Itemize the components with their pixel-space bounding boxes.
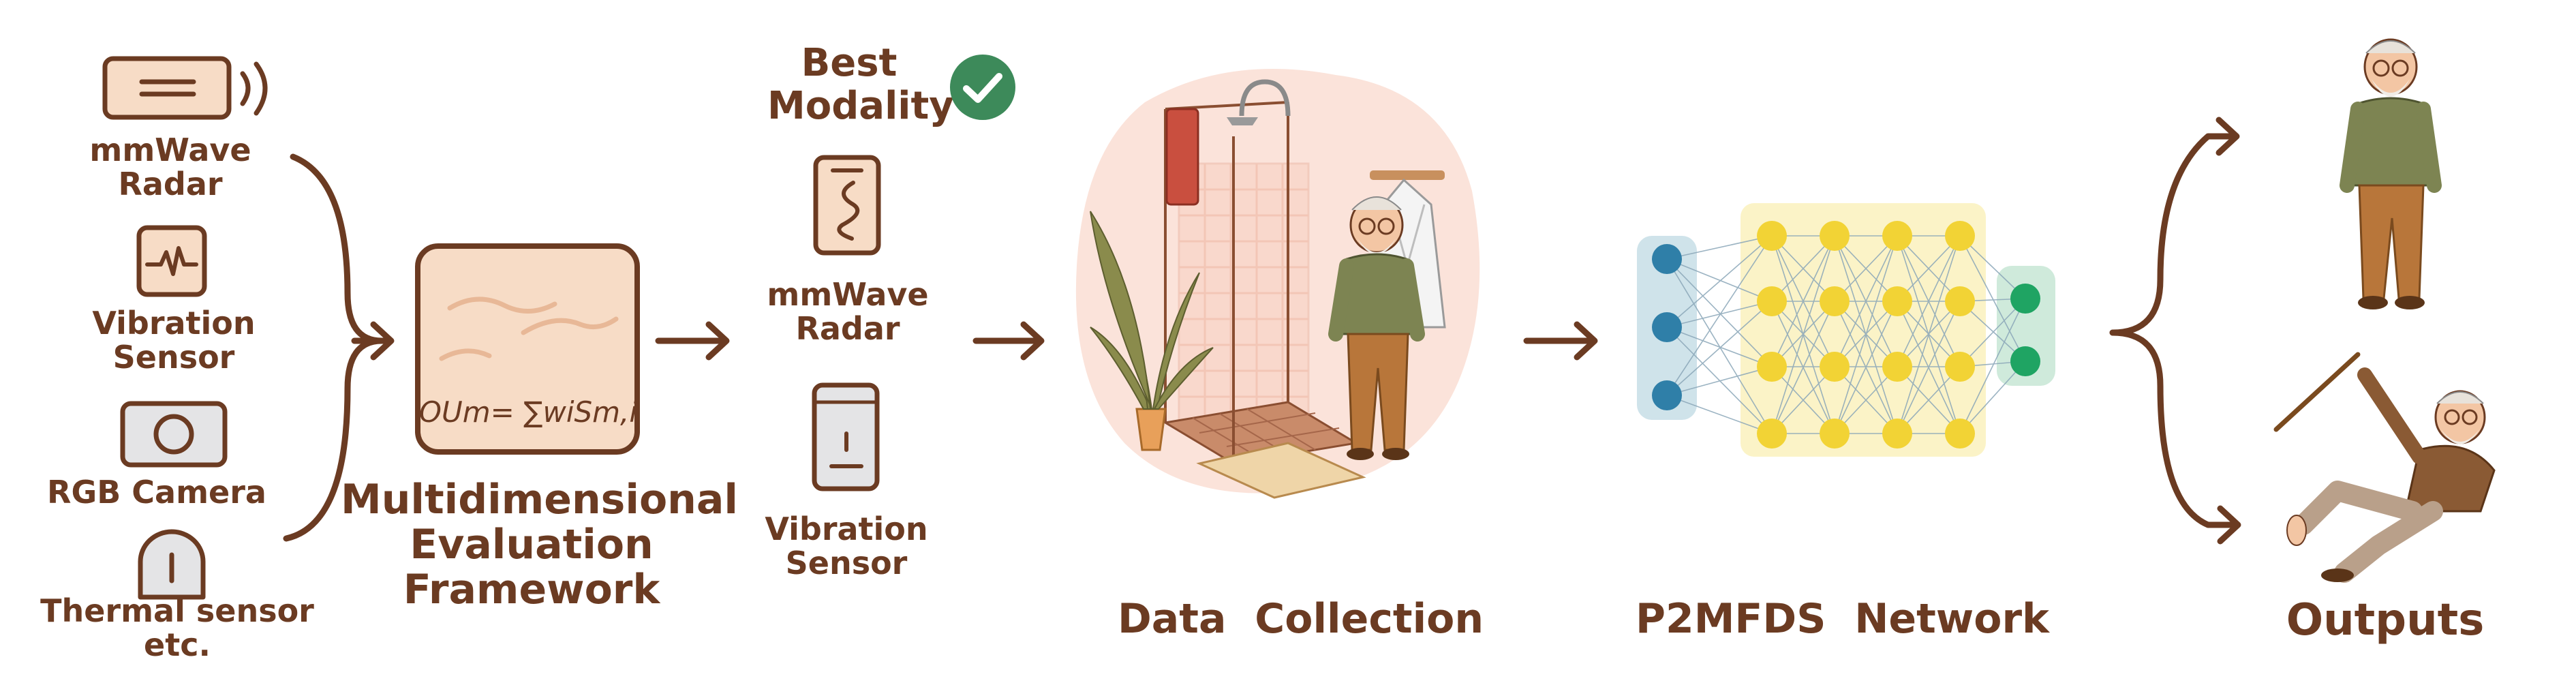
standing-person-icon [2340,38,2442,309]
outputs-label: Outputs [2286,595,2485,646]
falling-person-icon [2273,352,2496,583]
output-brace [2109,117,2241,545]
